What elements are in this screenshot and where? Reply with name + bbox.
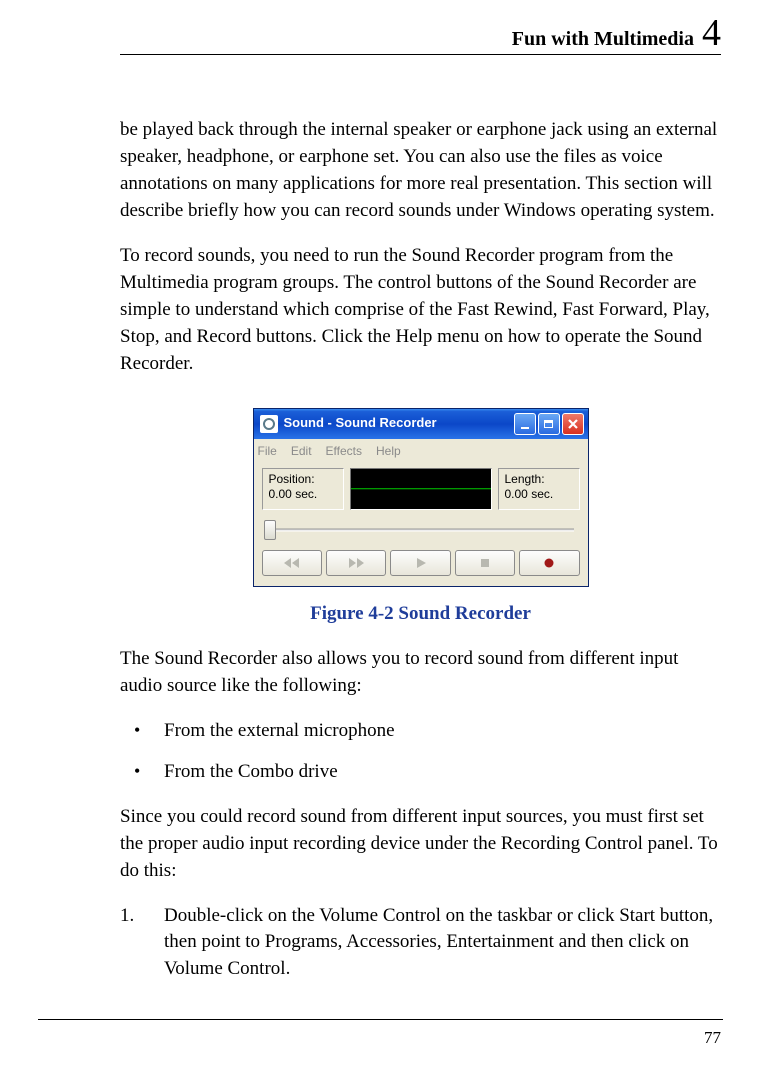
window-body: Position: 0.00 sec. Length: 0.00 sec. (254, 462, 588, 586)
numbered-list: 1. Double-click on the Volume Control on… (120, 903, 721, 984)
record-icon (539, 557, 559, 569)
slider-thumb[interactable] (264, 520, 276, 540)
paragraph-1: be played back through the internal spea… (120, 117, 721, 225)
stop-icon (475, 557, 495, 569)
menu-file[interactable]: File (258, 443, 277, 460)
forward-icon (346, 557, 366, 569)
rewind-icon (282, 557, 302, 569)
stop-button[interactable] (455, 550, 515, 576)
sound-recorder-window: Sound - Sound Recorder File Edit Effects… (253, 408, 589, 587)
menu-effects[interactable]: Effects (326, 443, 362, 460)
page-header: Fun with Multimedia 4 (120, 14, 721, 55)
bullet-list: From the external microphone From the Co… (120, 718, 721, 786)
chapter-number: 4 (702, 14, 721, 52)
menubar: File Edit Effects Help (254, 439, 588, 462)
menu-help[interactable]: Help (376, 443, 401, 460)
play-button[interactable] (390, 550, 450, 576)
figure-caption: Figure 4-2 Sound Recorder (120, 601, 721, 628)
rewind-button[interactable] (262, 550, 322, 576)
window-title: Sound - Sound Recorder (284, 414, 514, 432)
paragraph-4: Since you could record sound from differ… (120, 804, 721, 885)
figure: Sound - Sound Recorder File Edit Effects… (120, 408, 721, 587)
length-panel: Length: 0.00 sec. (498, 468, 580, 510)
position-value: 0.00 sec. (269, 487, 337, 503)
paragraph-2: To record sounds, you need to run the So… (120, 243, 721, 378)
forward-button[interactable] (326, 550, 386, 576)
minimize-button[interactable] (514, 413, 536, 435)
list-item: From the external microphone (120, 718, 721, 745)
waveform-display (350, 468, 492, 510)
menu-edit[interactable]: Edit (291, 443, 312, 460)
app-icon (260, 415, 278, 433)
footer-rule (38, 1019, 723, 1020)
titlebar: Sound - Sound Recorder (254, 409, 588, 439)
seek-slider[interactable] (262, 518, 580, 542)
close-button[interactable] (562, 413, 584, 435)
length-value: 0.00 sec. (505, 487, 573, 503)
header-title: Fun with Multimedia (512, 28, 694, 51)
position-panel: Position: 0.00 sec. (262, 468, 344, 510)
record-button[interactable] (519, 550, 579, 576)
position-label: Position: (269, 472, 337, 488)
maximize-button[interactable] (538, 413, 560, 435)
length-label: Length: (505, 472, 573, 488)
list-item: From the Combo drive (120, 759, 721, 786)
step-number: 1. (120, 903, 134, 930)
window-buttons (514, 413, 584, 435)
list-item: 1. Double-click on the Volume Control on… (120, 903, 721, 984)
play-icon (411, 557, 431, 569)
control-buttons (262, 550, 580, 576)
paragraph-3: The Sound Recorder also allows you to re… (120, 646, 721, 700)
page-number: 77 (704, 1028, 721, 1048)
page-content: be played back through the internal spea… (120, 117, 721, 983)
step-text: Double-click on the Volume Control on th… (164, 905, 713, 980)
close-icon (567, 418, 579, 430)
